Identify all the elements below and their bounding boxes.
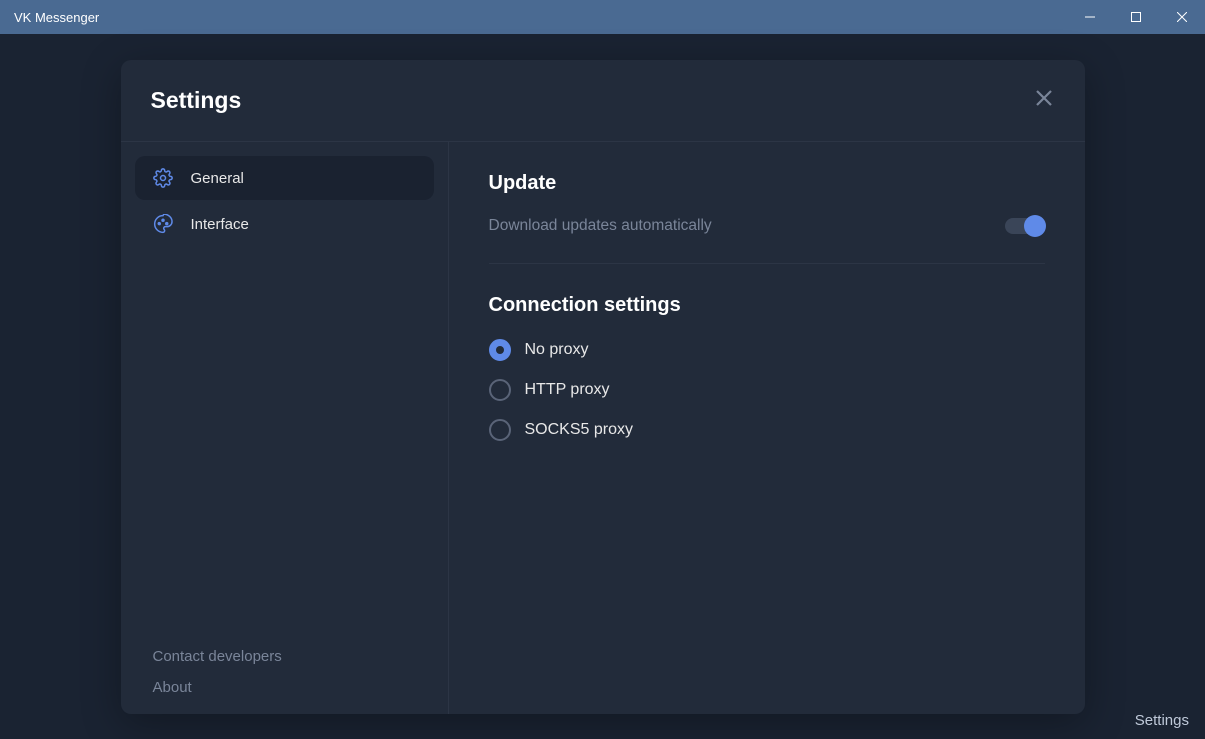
radio-icon: [489, 379, 511, 401]
minimize-icon: [1085, 12, 1095, 22]
settings-content: Update Download updates automatically Co…: [449, 142, 1085, 714]
maximize-button[interactable]: [1113, 0, 1159, 34]
contact-developers-link[interactable]: Contact developers: [153, 648, 416, 665]
app-body: Settings General: [0, 34, 1205, 739]
modal-header: Settings: [121, 60, 1085, 142]
proxy-option-http[interactable]: HTTP proxy: [489, 379, 1045, 401]
sidebar-item-general[interactable]: General: [135, 156, 434, 200]
maximize-icon: [1131, 12, 1141, 22]
auto-download-label: Download updates automatically: [489, 217, 712, 235]
sidebar-item-label: Interface: [191, 216, 249, 233]
sidebar-footer: Contact developers About: [135, 648, 434, 696]
close-window-button[interactable]: [1159, 0, 1205, 34]
radio-label: SOCKS5 proxy: [525, 421, 633, 439]
toggle-knob: [1024, 215, 1046, 237]
sidebar-nav: General Interface: [135, 156, 434, 246]
proxy-radio-group: No proxy HTTP proxy SOCKS5 proxy: [489, 339, 1045, 441]
close-icon: [1177, 12, 1187, 22]
close-modal-button[interactable]: [1035, 89, 1053, 112]
modal-body: General Interface Contact developers Abo…: [121, 142, 1085, 714]
radio-label: HTTP proxy: [525, 381, 610, 399]
about-link[interactable]: About: [153, 679, 416, 696]
sidebar-item-label: General: [191, 170, 244, 187]
minimize-button[interactable]: [1067, 0, 1113, 34]
update-heading: Update: [489, 172, 1045, 195]
modal-title: Settings: [151, 87, 242, 114]
gear-icon: [153, 168, 173, 188]
window-controls: [1067, 0, 1205, 34]
auto-download-toggle[interactable]: [1005, 218, 1045, 234]
palette-icon: [153, 214, 173, 234]
proxy-option-socks5[interactable]: SOCKS5 proxy: [489, 419, 1045, 441]
app-title: VK Messenger: [14, 10, 99, 25]
close-icon: [1035, 89, 1053, 107]
proxy-option-none[interactable]: No proxy: [489, 339, 1045, 361]
settings-modal: Settings General: [121, 60, 1085, 714]
connection-heading: Connection settings: [489, 294, 1045, 317]
radio-icon: [489, 419, 511, 441]
radio-icon: [489, 339, 511, 361]
status-bar-label[interactable]: Settings: [1135, 712, 1189, 729]
radio-label: No proxy: [525, 341, 589, 359]
auto-download-row: Download updates automatically: [489, 217, 1045, 235]
sidebar-item-interface[interactable]: Interface: [135, 202, 434, 246]
divider: [489, 263, 1045, 264]
settings-sidebar: General Interface Contact developers Abo…: [121, 142, 449, 714]
titlebar: VK Messenger: [0, 0, 1205, 34]
